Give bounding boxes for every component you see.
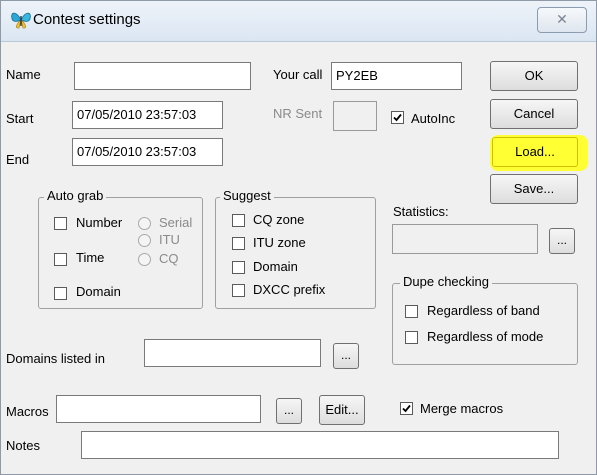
end-input[interactable]: 07/05/2010 23:57:03 (72, 138, 223, 166)
checkmark-icon (393, 113, 402, 122)
close-icon: ✕ (556, 11, 568, 27)
domains-listed-in-input[interactable] (144, 339, 321, 367)
notes-label: Notes (6, 438, 40, 453)
ok-button[interactable]: OK (490, 61, 578, 91)
checkmark-icon (402, 404, 411, 413)
start-input[interactable]: 07/05/2010 23:57:03 (72, 101, 223, 129)
dupe-checking-title: Dupe checking (400, 274, 492, 289)
butterfly-icon (10, 10, 32, 30)
cq-radio[interactable] (138, 253, 151, 266)
contest-settings-window: Contest settings ✕ Name Your call PY2EB … (0, 0, 597, 475)
cancel-button[interactable]: Cancel (490, 99, 578, 129)
autoinc-checkbox[interactable] (391, 111, 404, 124)
title-bar[interactable]: Contest settings ✕ (1, 1, 596, 42)
your-call-input[interactable]: PY2EB (331, 62, 462, 90)
suggest-cq-zone-label: CQ zone (253, 212, 305, 227)
merge-macros-checkbox[interactable] (400, 402, 413, 415)
close-button[interactable]: ✕ (537, 7, 587, 33)
auto-grab-title: Auto grab (44, 188, 107, 203)
grab-time-checkbox[interactable] (54, 253, 67, 266)
suggest-domain-label: Domain (253, 259, 298, 274)
notes-input[interactable] (81, 431, 559, 459)
dupe-checking-group (392, 283, 578, 365)
grab-number-label: Number (76, 215, 123, 230)
nr-sent-label: NR Sent (273, 106, 323, 121)
start-label: Start (6, 111, 34, 126)
itu-radio[interactable] (138, 234, 151, 247)
dupe-band-checkbox[interactable] (405, 305, 418, 318)
end-label: End (6, 152, 30, 167)
serial-label: Serial (159, 215, 193, 230)
domains-listed-in-label: Domains listed in (6, 351, 105, 366)
suggest-dxcc-prefix-label: DXCC prefix (253, 282, 326, 297)
dupe-mode-label: Regardless of mode (427, 329, 544, 344)
window-title: Contest settings (33, 11, 141, 28)
grab-number-checkbox[interactable] (54, 217, 67, 230)
macros-input[interactable] (56, 395, 261, 423)
nr-sent-input[interactable] (333, 101, 377, 131)
domains-browse-button[interactable]: ... (333, 343, 359, 369)
dupe-mode-checkbox[interactable] (405, 331, 418, 344)
itu-label: ITU (159, 232, 180, 247)
suggest-title: Suggest (220, 188, 274, 203)
edit-macros-button[interactable]: Edit... (319, 395, 365, 425)
name-label: Name (6, 67, 41, 82)
statistics-input[interactable] (392, 224, 538, 254)
macros-label: Macros (6, 404, 49, 419)
suggest-itu-zone-label: ITU zone (253, 235, 306, 250)
grab-time-label: Time (76, 250, 105, 265)
your-call-label: Your call (273, 67, 323, 82)
merge-macros-label: Merge macros (420, 401, 504, 416)
cq-label: CQ (159, 251, 179, 266)
dupe-band-label: Regardless of band (427, 303, 540, 318)
suggest-dxcc-prefix-checkbox[interactable] (232, 284, 245, 297)
grab-domain-label: Domain (76, 284, 121, 299)
suggest-cq-zone-checkbox[interactable] (232, 214, 245, 227)
save-button[interactable]: Save... (490, 174, 578, 204)
statistics-browse-button[interactable]: ... (549, 228, 575, 254)
autoinc-label: AutoInc (411, 111, 456, 126)
grab-domain-checkbox[interactable] (54, 287, 67, 300)
serial-radio[interactable] (138, 217, 151, 230)
load-button[interactable]: Load... (492, 137, 578, 167)
suggest-itu-zone-checkbox[interactable] (232, 237, 245, 250)
statistics-label: Statistics: (393, 204, 449, 219)
macros-browse-button[interactable]: ... (276, 398, 302, 424)
name-input[interactable] (74, 62, 251, 90)
suggest-domain-checkbox[interactable] (232, 261, 245, 274)
